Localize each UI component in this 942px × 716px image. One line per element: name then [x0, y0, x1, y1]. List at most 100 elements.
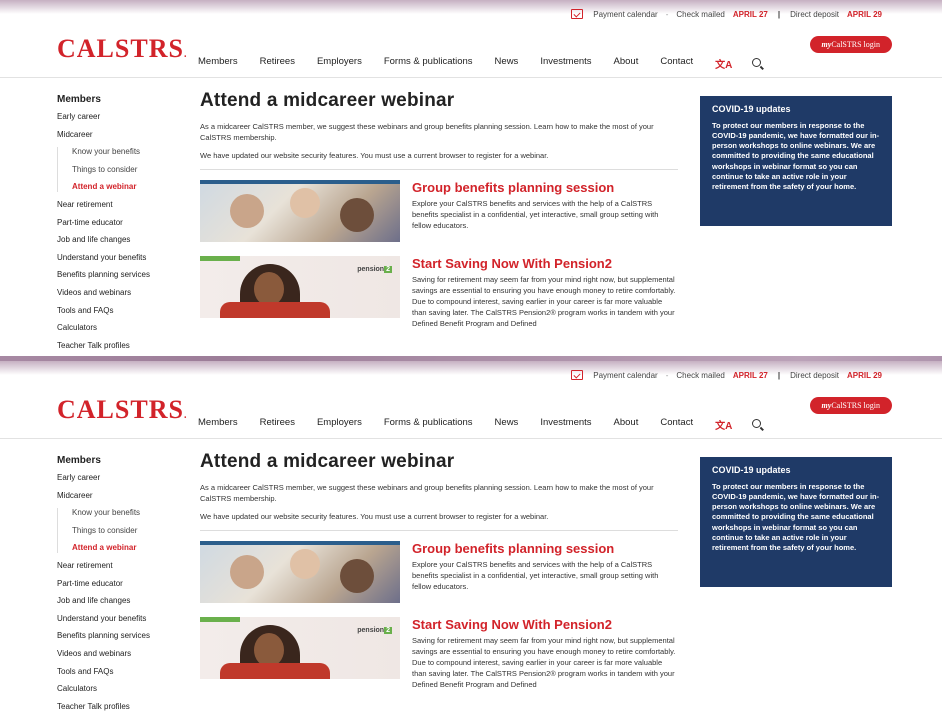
group-benefits-photo[interactable] — [200, 540, 400, 603]
sidebar-item-part-time-educator[interactable]: Part-time educator — [57, 218, 172, 228]
photo-shirt — [220, 301, 330, 318]
sidebar-item-tools-and-faqs[interactable]: Tools and FAQs — [57, 306, 172, 316]
calstrs-logo[interactable]: CALSTRS. — [57, 34, 187, 64]
card-text: Group benefits planning session Explore … — [400, 180, 678, 242]
check-mailed-date: APRIL 27 — [732, 9, 768, 19]
photo-banner-strip — [200, 179, 400, 184]
sidebar-item-midcareer[interactable]: Midcareer — [57, 130, 172, 140]
card-description: Saving for retirement may seem far from … — [412, 636, 676, 689]
photo-person-3 — [340, 197, 374, 232]
photo-green-tag — [200, 255, 240, 261]
sidebar-item-attend-a-webinar[interactable]: Attend a webinar — [72, 543, 172, 553]
webinar-card-pension2[interactable]: pension 2 Start Saving Now With Pension2 … — [200, 255, 678, 330]
nav-investments[interactable]: Investments — [540, 56, 591, 71]
sidebar-item-job-and-life-changes[interactable]: Job and life changes — [57, 596, 172, 606]
sidebar-item-tools-and-faqs[interactable]: Tools and FAQs — [57, 667, 172, 677]
mycalstrs-login-button[interactable]: myCalSTRS login — [809, 397, 892, 414]
intro-text: As a midcareer CalSTRS member, we sugges… — [200, 122, 654, 142]
nav-about[interactable]: About — [614, 417, 639, 432]
nav-forms-publications[interactable]: Forms & publications — [384, 417, 473, 432]
payment-calendar-link[interactable]: Payment calendar — [593, 10, 657, 19]
nav-forms-publications[interactable]: Forms & publications — [384, 56, 473, 71]
separator-pipe: | — [777, 370, 781, 380]
sidebar-item-videos-and-webinars[interactable]: Videos and webinars — [57, 649, 172, 659]
sidebar-item-benefits-planning-services[interactable]: Benefits planning services — [57, 631, 172, 641]
sidebar-item-calculators[interactable]: Calculators — [57, 684, 172, 694]
sidebar-item-understand-your-benefits[interactable]: Understand your benefits — [57, 253, 172, 263]
security-notice: We have updated our website security fea… — [200, 150, 549, 160]
covid-updates-panel: COVID-19 updates To protect our members … — [700, 457, 892, 587]
sidebar-item-teacher-talk-profiles[interactable]: Teacher Talk profiles — [57, 341, 172, 351]
card-title-link[interactable]: Start Saving Now With Pension2 — [412, 256, 678, 272]
logo-dot: . — [183, 410, 188, 421]
sidebar-item-early-career[interactable]: Early career — [57, 473, 172, 483]
main-column: Attend a midcareer webinar As a midcaree… — [200, 90, 678, 344]
sidebar-title[interactable]: Members — [57, 94, 172, 105]
sidebar-item-teacher-talk-profiles[interactable]: Teacher Talk profiles — [57, 702, 172, 712]
nav-retirees[interactable]: Retirees — [260, 417, 295, 432]
nav-contact[interactable]: Contact — [660, 417, 693, 432]
screenshot-top: Payment calendar - Check mailed APRIL 27… — [0, 0, 942, 356]
sidebar-item-attend-a-webinar[interactable]: Attend a webinar — [72, 182, 172, 192]
sidebar-item-job-and-life-changes[interactable]: Job and life changes — [57, 235, 172, 245]
main-column: Attend a midcareer webinar As a midcaree… — [200, 451, 678, 705]
check-mailed-date: APRIL 27 — [732, 370, 768, 380]
nav-employers[interactable]: Employers — [317, 417, 362, 432]
direct-deposit-date: APRIL 29 — [847, 9, 882, 19]
sidebar-item-early-career[interactable]: Early career — [57, 112, 172, 122]
direct-deposit-label: Direct deposit — [790, 370, 840, 380]
language-icon[interactable]: 文A — [715, 56, 732, 71]
covid-title: COVID-19 updates — [712, 465, 791, 475]
webinar-card-group-benefits[interactable]: Group benefits planning session Explore … — [200, 179, 678, 242]
sidebar-item-near-retirement[interactable]: Near retirement — [57, 200, 172, 210]
webinar-card-pension2[interactable]: pension 2 Start Saving Now With Pension2 … — [200, 616, 678, 691]
nav-employers[interactable]: Employers — [317, 56, 362, 71]
nav-members[interactable]: Members — [198, 56, 238, 71]
language-icon[interactable]: 文A — [715, 417, 732, 432]
covid-text: To protect our members in response to th… — [712, 482, 880, 552]
nav-about[interactable]: About — [614, 56, 639, 71]
search-icon[interactable] — [752, 58, 762, 67]
pension2-photo[interactable]: pension 2 — [200, 616, 400, 679]
photo-person-1 — [230, 554, 264, 589]
search-icon[interactable] — [752, 419, 762, 428]
sidebar-item-benefits-planning-services[interactable]: Benefits planning services — [57, 270, 172, 280]
sidebar-item-understand-your-benefits[interactable]: Understand your benefits — [57, 614, 172, 624]
sidebar-item-calculators[interactable]: Calculators — [57, 323, 172, 333]
nav-retirees[interactable]: Retirees — [260, 56, 295, 71]
pension2-logo-word: pension — [357, 265, 385, 273]
card-title-link[interactable]: Group benefits planning session — [412, 180, 678, 196]
card-title-link[interactable]: Start Saving Now With Pension2 — [412, 617, 678, 633]
utility-bar: Payment calendar - Check mailed APRIL 27… — [0, 361, 942, 389]
nav-news[interactable]: News — [495, 417, 519, 432]
sidebar-item-things-to-consider[interactable]: Things to consider — [72, 165, 172, 175]
sidebar-item-know-your-benefits[interactable]: Know your benefits — [72, 508, 172, 518]
sidebar-item-part-time-educator[interactable]: Part-time educator — [57, 579, 172, 589]
nav-investments[interactable]: Investments — [540, 417, 591, 432]
sidebar-subnav: Know your benefits Things to consider At… — [57, 147, 172, 192]
pension2-logo-word: pension — [357, 626, 385, 634]
sidebar-item-midcareer[interactable]: Midcareer — [57, 491, 172, 501]
sidebar-item-near-retirement[interactable]: Near retirement — [57, 561, 172, 571]
page-content: Members Early career Midcareer Know your… — [0, 439, 942, 716]
pension2-photo[interactable]: pension 2 — [200, 255, 400, 318]
page-title: Attend a midcareer webinar — [200, 90, 455, 111]
site-header: CALSTRS. myCalSTRS login Members Retiree… — [0, 28, 942, 78]
webinar-card-group-benefits[interactable]: Group benefits planning session Explore … — [200, 540, 678, 603]
sidebar-item-videos-and-webinars[interactable]: Videos and webinars — [57, 288, 172, 298]
nav-members[interactable]: Members — [198, 417, 238, 432]
card-description: Explore your CalSTRS benefits and servic… — [412, 560, 659, 591]
payment-calendar-link[interactable]: Payment calendar — [593, 371, 657, 380]
mycalstrs-login-button[interactable]: myCalSTRS login — [809, 36, 892, 53]
nav-contact[interactable]: Contact — [660, 56, 693, 71]
covid-title: COVID-19 updates — [712, 104, 791, 114]
nav-news[interactable]: News — [495, 56, 519, 71]
sidebar-item-things-to-consider[interactable]: Things to consider — [72, 526, 172, 536]
group-benefits-photo[interactable] — [200, 179, 400, 242]
calstrs-logo[interactable]: CALSTRS. — [57, 395, 187, 425]
card-title-link[interactable]: Group benefits planning session — [412, 541, 678, 557]
sidebar-title[interactable]: Members — [57, 455, 172, 466]
sidebar-item-know-your-benefits[interactable]: Know your benefits — [72, 147, 172, 157]
photo-person-3 — [340, 558, 374, 593]
direct-deposit-date: APRIL 29 — [847, 370, 882, 380]
